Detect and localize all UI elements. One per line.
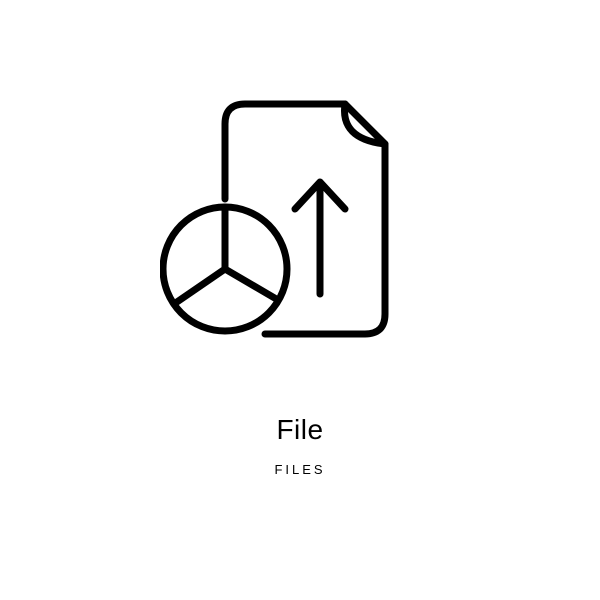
- file-chart-arrow-icon: [160, 84, 440, 364]
- icon-subtitle: FILES: [274, 462, 325, 477]
- icon-title: File: [276, 414, 323, 446]
